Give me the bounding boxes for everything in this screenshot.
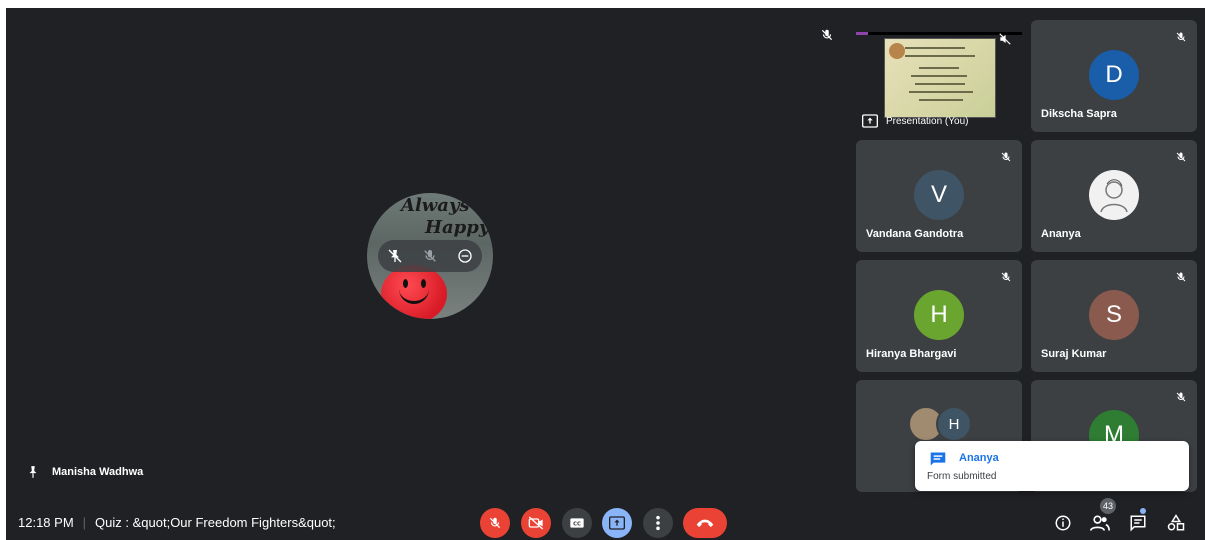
participant-name: Ananya — [1041, 228, 1081, 240]
meeting-details-button[interactable] — [1051, 511, 1075, 535]
tile-participant[interactable]: D Dikscha Sapra — [1031, 20, 1197, 132]
chat-bubble-icon — [929, 451, 947, 472]
participant-name: Vandana Gandotra — [866, 228, 964, 240]
mic-off-icon — [1001, 272, 1011, 282]
mic-off-icon — [1176, 392, 1186, 402]
clock-time: 12:18 PM — [18, 515, 74, 530]
meet-stage: Always Happy Manisha Wadhwa Presentation… — [6, 8, 1205, 540]
pin-icon — [29, 466, 37, 478]
mic-off-status — [1175, 30, 1187, 48]
mic-off-icon — [1176, 32, 1186, 42]
participant-count-badge: 43 — [1100, 498, 1116, 514]
remove-circle-icon — [457, 249, 472, 263]
mic-off-icon — [821, 29, 833, 41]
mic-off-icon — [1001, 152, 1011, 162]
present-screen-icon — [609, 516, 625, 530]
chat-icon — [1130, 515, 1146, 532]
svg-text:CC: CC — [573, 522, 581, 528]
participant-name: Hiranya Bhargavi — [866, 348, 957, 360]
main-speaker-name: Manisha Wadhwa — [52, 466, 144, 478]
mute-participant-button[interactable] — [417, 243, 443, 269]
main-mic-status — [820, 28, 834, 47]
tile-participant[interactable]: S Suraj Kumar — [1031, 260, 1197, 372]
tile-participant[interactable]: Ananya — [1031, 140, 1197, 252]
info-icon — [1055, 515, 1071, 531]
mic-off-status — [1175, 390, 1187, 408]
others-initial-avatar: H — [936, 406, 972, 442]
presentation-slide-thumbnail — [884, 38, 996, 118]
participant-name: Dikscha Sapra — [1041, 108, 1117, 120]
avatar-text-top: Always — [401, 195, 470, 216]
more-options-button[interactable] — [643, 508, 673, 538]
mic-off-icon — [1176, 272, 1186, 282]
activities-button[interactable] — [1164, 511, 1188, 535]
avatar-text-mid: Happy — [425, 217, 490, 238]
main-speaker-view[interactable]: Always Happy Manisha Wadhwa — [6, 8, 850, 508]
participant-photo-avatar — [1089, 170, 1139, 220]
participant-avatar: H — [914, 290, 964, 340]
people-icon — [1090, 515, 1110, 531]
mic-toggle-button[interactable] — [480, 508, 510, 538]
main-speaker-label: Manisha Wadhwa — [26, 464, 143, 480]
videocam-off-icon — [528, 516, 544, 530]
sketch-portrait-icon — [1100, 179, 1128, 213]
mic-status — [998, 32, 1012, 51]
present-screen-icon — [862, 114, 878, 128]
mic-off-icon — [424, 250, 436, 262]
presentation-label-row: Presentation (You) — [862, 114, 968, 128]
tile-participant[interactable]: V Vandana Gandotra — [856, 140, 1022, 252]
chat-button[interactable] — [1126, 511, 1150, 535]
participant-avatar: D — [1089, 50, 1139, 100]
unpin-icon — [388, 249, 402, 263]
present-now-button[interactable] — [602, 508, 632, 538]
call-end-icon — [696, 519, 714, 528]
unpin-button[interactable] — [382, 243, 408, 269]
toast-message: Form submitted — [927, 471, 997, 482]
activities-icon — [1167, 514, 1185, 531]
smiley-balloon — [381, 265, 447, 319]
leave-call-button[interactable] — [683, 508, 727, 538]
people-button[interactable] — [1088, 511, 1112, 535]
tile-hover-controls — [378, 240, 482, 272]
meeting-info: 12:18 PM | Quiz : &quot;Our Freedom Figh… — [18, 515, 336, 530]
notification-toast[interactable]: Ananya Form submitted — [915, 441, 1189, 491]
presentation-label: Presentation (You) — [886, 115, 969, 127]
toast-sender-name: Ananya — [959, 452, 999, 464]
volume-off-icon — [999, 33, 1011, 45]
new-message-dot — [1140, 508, 1146, 514]
mic-off-icon — [489, 517, 501, 529]
camera-toggle-button[interactable] — [521, 508, 551, 538]
divider: | — [82, 515, 87, 530]
closed-caption-icon: CC — [570, 518, 584, 528]
bottom-control-bar: 12:18 PM | Quiz : &quot;Our Freedom Figh… — [6, 498, 1205, 540]
mic-off-status — [1000, 270, 1012, 288]
mic-off-status — [1175, 270, 1187, 288]
tile-participant[interactable]: H Hiranya Bhargavi — [856, 260, 1022, 372]
participant-avatar: S — [1089, 290, 1139, 340]
participant-avatar: V — [914, 170, 964, 220]
mic-off-status — [1175, 150, 1187, 168]
captions-button[interactable]: CC — [562, 508, 592, 538]
meeting-title: Quiz : &quot;Our Freedom Fighters&quot; — [95, 515, 336, 530]
remove-from-view-button[interactable] — [452, 243, 478, 269]
participant-name: Suraj Kumar — [1041, 348, 1107, 360]
mic-off-status — [1000, 150, 1012, 168]
more-vert-icon — [656, 515, 660, 531]
mic-off-icon — [1176, 152, 1186, 162]
tile-presentation[interactable]: Presentation (You) — [856, 20, 1022, 132]
